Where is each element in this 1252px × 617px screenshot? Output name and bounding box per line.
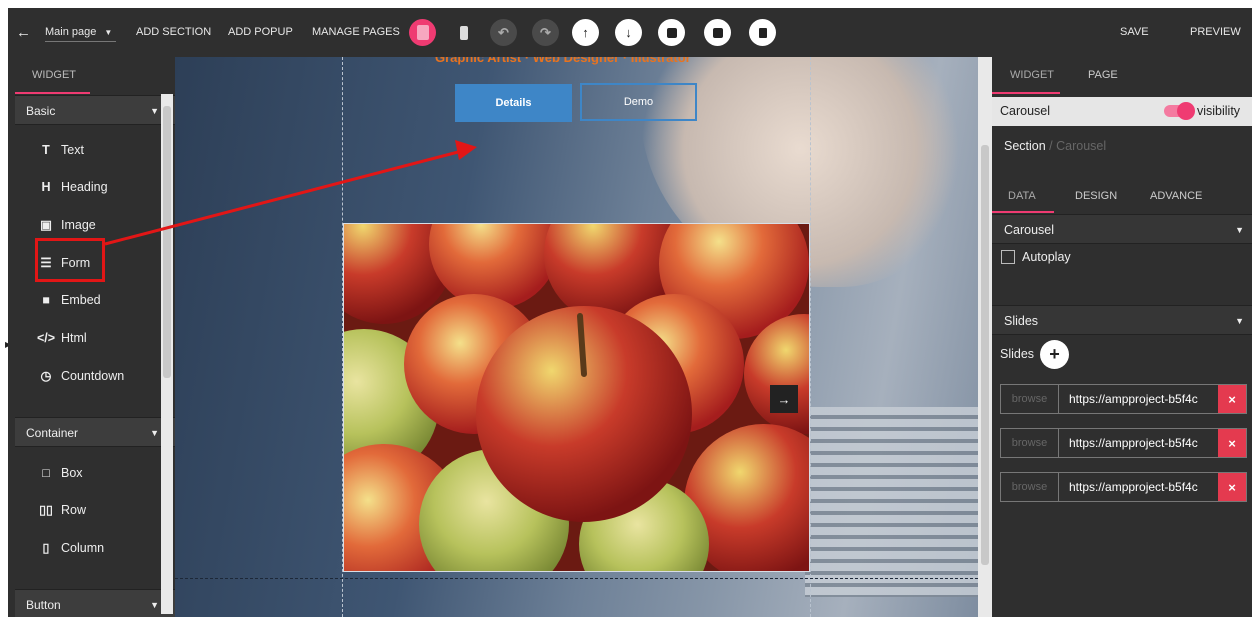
section-slides[interactable]: Slides ▼ <box>992 305 1252 335</box>
breadcrumb-section[interactable]: Section <box>1004 139 1046 153</box>
section-carousel-label: Carousel <box>1004 223 1055 237</box>
breadcrumb-separator: / <box>1045 139 1057 153</box>
close-icon: × <box>1228 479 1236 495</box>
add-slide-button[interactable]: + <box>1040 340 1069 369</box>
chevron-down-icon: ▼ <box>1235 316 1244 326</box>
tab-widget[interactable]: WIDGET <box>992 57 1060 94</box>
slide-row: browse https://ampproject-b5f4c × <box>1000 384 1247 414</box>
annotation-arrow-line <box>104 149 463 246</box>
breadcrumb: Section / Carousel <box>1004 139 1106 153</box>
app-root: ▶ ← Main page▼ ADD SECTION ADD POPUP MAN… <box>0 0 1252 617</box>
selected-widget-row: Carousel visibility <box>992 97 1252 126</box>
slide-url-input[interactable]: https://ampproject-b5f4c <box>1069 473 1198 501</box>
section-slides-label: Slides <box>1004 314 1039 328</box>
remove-slide-button[interactable]: × <box>1218 473 1246 501</box>
canvas-scrollbar[interactable] <box>978 57 992 617</box>
autoplay-label: Autoplay <box>1022 250 1071 264</box>
browse-button[interactable]: browse <box>1001 473 1059 501</box>
visibility-label: visibility <box>1197 104 1241 118</box>
visibility-toggle[interactable] <box>1164 102 1195 120</box>
slide-url-input[interactable]: https://ampproject-b5f4c <box>1069 429 1198 457</box>
close-icon: × <box>1228 435 1236 451</box>
slides-label: Slides <box>1000 347 1035 361</box>
annotation-arrowhead <box>455 140 477 160</box>
chevron-down-icon: ▼ <box>1235 225 1244 235</box>
breadcrumb-current: Carousel <box>1056 139 1107 153</box>
canvas-scrollbar-thumb[interactable] <box>981 145 989 565</box>
slide-row: browse https://ampproject-b5f4c × <box>1000 428 1247 458</box>
tab-advance[interactable]: ADVANCE <box>1150 179 1202 213</box>
section-carousel[interactable]: Carousel ▼ <box>992 214 1252 244</box>
tab-data[interactable]: DATA <box>992 179 1054 213</box>
plus-icon: + <box>1049 344 1060 364</box>
browse-button[interactable]: browse <box>1001 385 1059 413</box>
properties-panel: WIDGET PAGE Carousel visibility Section … <box>992 57 1252 617</box>
close-icon: × <box>1228 391 1236 407</box>
selected-widget-name: Carousel <box>1000 104 1051 118</box>
slide-row: browse https://ampproject-b5f4c × <box>1000 472 1247 502</box>
remove-slide-button[interactable]: × <box>1218 429 1246 457</box>
browse-button[interactable]: browse <box>1001 429 1059 457</box>
autoplay-checkbox[interactable] <box>1001 250 1015 264</box>
tab-design[interactable]: DESIGN <box>1075 179 1117 213</box>
remove-slide-button[interactable]: × <box>1218 385 1246 413</box>
visibility-toggle-knob <box>1177 102 1195 120</box>
tab-page[interactable]: PAGE <box>1088 57 1118 94</box>
slide-url-input[interactable]: https://ampproject-b5f4c <box>1069 385 1198 413</box>
